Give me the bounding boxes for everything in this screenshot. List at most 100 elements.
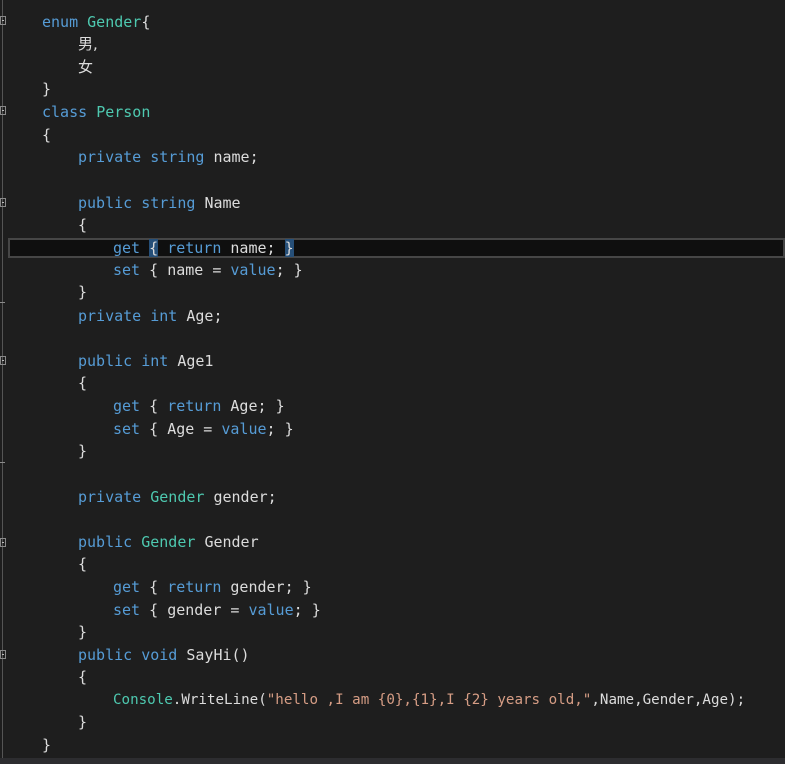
keyword-token: return — [167, 397, 222, 415]
identifier-token: Age; — [230, 397, 267, 415]
identifier-token: gender; — [213, 488, 277, 506]
keyword-token: value — [221, 420, 267, 438]
keyword-token: set — [113, 420, 141, 438]
keyword-token: int — [141, 352, 169, 370]
identifier-token: Age1 — [177, 352, 214, 370]
fold-collapse-icon[interactable] — [0, 16, 6, 25]
keyword-token: return — [167, 578, 222, 596]
keyword-token: get — [113, 239, 141, 257]
code-line-setter-name[interactable]: set { name = value; } — [113, 259, 303, 281]
type-token: Gender — [150, 488, 205, 506]
code-line-getter-age[interactable]: get { return Age; } — [113, 395, 285, 417]
brace-token: { — [78, 216, 88, 234]
code-line-enum-value-2[interactable]: 女 — [78, 56, 93, 78]
identifier-token: Gender — [204, 533, 259, 551]
keyword-token: enum — [42, 13, 79, 31]
brace-token: { — [149, 261, 159, 279]
code-line-brace[interactable]: } — [78, 711, 87, 733]
code-line-field-name[interactable]: private string name; — [78, 146, 259, 168]
code-line-property-age1[interactable]: public int Age1 — [78, 350, 213, 372]
keyword-token: int — [150, 307, 178, 325]
keyword-token: private — [78, 148, 142, 166]
keyword-token: string — [141, 194, 196, 212]
fold-end-marker — [0, 302, 5, 303]
code-line-property-name[interactable]: public string Name — [78, 192, 241, 214]
horizontal-scrollbar[interactable] — [0, 758, 785, 764]
code-line-brace[interactable]: { — [42, 124, 51, 146]
identifier-token: Name — [204, 194, 241, 212]
code-line-getter-gender[interactable]: get { return gender; } — [113, 576, 312, 598]
code-line-brace[interactable]: { — [78, 553, 87, 575]
keyword-token: private — [78, 307, 142, 325]
code-line-field-age[interactable]: private int Age; — [78, 305, 223, 327]
type-token: Person — [96, 103, 151, 121]
code-line-brace[interactable]: } — [78, 440, 87, 462]
code-line-console-writeline[interactable]: Console.WriteLine("hello ,I am {0},{1},I… — [113, 689, 745, 711]
type-token: Gender — [141, 533, 196, 551]
brace-token: } — [78, 283, 88, 301]
brace-token: } — [302, 578, 312, 596]
fold-collapse-icon[interactable] — [0, 106, 6, 115]
code-line-brace[interactable]: } — [42, 734, 51, 756]
brace-token: } — [275, 397, 285, 415]
fold-collapse-icon[interactable] — [0, 198, 6, 207]
brace-token: { — [78, 668, 88, 686]
brace-token: { — [149, 420, 159, 438]
keyword-token: void — [141, 646, 178, 664]
brace-token: { — [78, 555, 88, 573]
keyword-token: value — [248, 601, 294, 619]
keyword-token: set — [113, 261, 141, 279]
code-line-brace[interactable]: { — [78, 214, 87, 236]
punct-token: ; — [293, 601, 303, 619]
fold-collapse-icon[interactable] — [0, 356, 6, 365]
code-line-class[interactable]: class Person — [42, 101, 150, 123]
code-line-brace[interactable]: } — [78, 281, 87, 303]
brace-token: } — [284, 420, 294, 438]
identifier-token: ,Name,Gender,Age); — [591, 692, 746, 708]
identifier-token: name; — [230, 239, 276, 257]
keyword-token: set — [113, 601, 141, 619]
code-line-method-sayhi[interactable]: public void SayHi() — [78, 644, 250, 666]
code-line-brace[interactable]: { — [78, 372, 87, 394]
brace-token: { — [149, 578, 159, 596]
identifier-token: gender = — [167, 601, 240, 619]
code-line-property-gender[interactable]: public Gender Gender — [78, 531, 259, 553]
keyword-token: public — [78, 194, 133, 212]
keyword-token: value — [230, 261, 276, 279]
brace-token: } — [42, 736, 52, 754]
matched-brace: { — [149, 239, 159, 257]
identifier-token: gender; — [230, 578, 294, 596]
type-token: Gender — [87, 13, 142, 31]
code-line-field-gender[interactable]: private Gender gender; — [78, 486, 277, 508]
keyword-token: get — [113, 578, 141, 596]
code-line-brace[interactable]: { — [78, 666, 87, 688]
code-editor[interactable]: enum Gender{ 男, 女 } class Person { priva… — [0, 0, 785, 764]
keyword-token: return — [167, 239, 222, 257]
keyword-token: public — [78, 352, 133, 370]
string-literal: "hello ,I am {0},{1},I {2} years old," — [266, 692, 592, 708]
brace-token: } — [78, 623, 88, 641]
keyword-token: public — [78, 646, 133, 664]
code-line-getter-name[interactable]: get { return name; } — [113, 237, 294, 259]
outline-gutter — [0, 0, 8, 764]
fold-collapse-icon[interactable] — [0, 538, 6, 547]
enum-member: 男, — [78, 35, 98, 53]
code-line-brace[interactable]: } — [78, 621, 87, 643]
code-line-setter-age[interactable]: set { Age = value; } — [113, 418, 294, 440]
keyword-token: public — [78, 533, 133, 551]
brace-token: { — [149, 601, 159, 619]
fold-end-marker — [0, 462, 5, 463]
type-token: Console — [113, 692, 173, 708]
code-line-enum-value-1[interactable]: 男, — [78, 33, 98, 55]
code-line-brace[interactable]: } — [42, 78, 51, 100]
brace-token: } — [78, 713, 88, 731]
code-line-enum[interactable]: enum Gender{ — [42, 11, 150, 33]
method-token: .WriteLine( — [172, 692, 267, 708]
punct-token: ; — [266, 420, 276, 438]
identifier-token: Age; — [186, 307, 223, 325]
fold-collapse-icon[interactable] — [0, 650, 6, 659]
code-line-setter-gender[interactable]: set { gender = value; } — [113, 599, 321, 621]
identifier-token: name; — [213, 148, 259, 166]
matched-brace: } — [284, 239, 294, 257]
identifier-token: Age = — [167, 420, 213, 438]
